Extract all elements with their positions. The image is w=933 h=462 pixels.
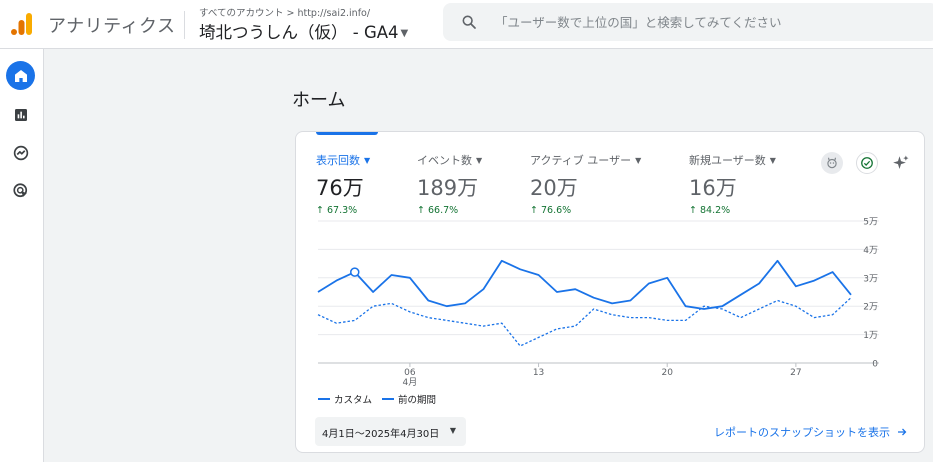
top-bar: アナリティクス すべてのアカウント > http://sai2.info/ 埼北… <box>0 0 933 49</box>
line-chart: 0 1万 2万 3万 4万 5万 06 13 20 27 4月 <box>317 218 879 386</box>
property-selector[interactable]: 埼北つうしん（仮） - GA4 ▼ <box>199 19 408 43</box>
metric-label: 表示回数 ▼ <box>316 154 371 167</box>
chevron-down-icon: ▼ <box>476 156 483 165</box>
chevron-down-icon: ▼ <box>364 156 371 165</box>
reports-icon <box>14 108 27 121</box>
breadcrumb[interactable]: すべてのアカウント > http://sai2.info/ <box>199 5 370 19</box>
snapshot-label: レポートのスナップショットを表示 <box>714 426 890 439</box>
y-tick-label: 3万 <box>863 274 878 284</box>
nav-reports[interactable] <box>6 100 35 129</box>
legend-solid-swatch <box>318 398 330 400</box>
sparkle-icon <box>893 155 909 169</box>
search-input[interactable] <box>495 12 915 32</box>
x-tick-label: 27 <box>790 368 801 378</box>
chevron-down-icon: ▼ <box>635 156 642 165</box>
y-tick-label: 5万 <box>863 218 878 228</box>
data-quality-button[interactable] <box>856 152 878 174</box>
x-tick-label: 20 <box>661 368 673 378</box>
page-title: ホーム <box>292 90 346 111</box>
metric-label: イベント数 ▼ <box>417 154 483 167</box>
arrow-right-icon <box>898 428 907 436</box>
x-tick-label: 13 <box>533 368 544 378</box>
metric-label: 新規ユーザー数 ▼ <box>689 154 776 167</box>
home-icon <box>14 69 27 82</box>
series-line-previous <box>317 297 852 347</box>
y-tick-label: 0 <box>872 360 878 370</box>
series-line-current <box>317 259 852 310</box>
legend-current: カスタム <box>334 395 373 406</box>
property-name: 埼北つうしん（仮） - GA4 <box>199 23 399 42</box>
date-range-selector[interactable]: 4月1日～2025年4月30日 ▼ <box>315 417 466 446</box>
data-point-marker <box>350 267 360 277</box>
x-tick-label: 06 <box>404 368 416 378</box>
metric-value: 16万 <box>689 176 737 200</box>
chevron-down-icon: ▼ <box>449 426 456 435</box>
legend-previous: 前の期間 <box>398 395 437 406</box>
metric-value: 189万 <box>417 176 479 200</box>
legend-dashed-swatch <box>382 398 395 400</box>
y-tick-label: 2万 <box>863 303 878 313</box>
explore-icon <box>13 145 28 160</box>
analytics-logo-icon[interactable] <box>10 12 34 36</box>
metric-events[interactable]: イベント数 ▼ 189万 ↑ 66.7% <box>417 152 482 216</box>
chevron-down-icon: ▼ <box>769 156 776 165</box>
nav-home[interactable] <box>6 61 35 90</box>
y-tick-label: 1万 <box>863 331 878 341</box>
chart-legend: カスタム 前の期間 <box>318 392 436 406</box>
overview-card: 表示回数 ▼ 76万 ↑ 67.3% イベント数 ▼ 189万 ↑ 66.7% アク… <box>295 131 925 453</box>
metric-active-users[interactable]: アクティブ ユーザー ▼ 20万 ↑ 76.6% <box>530 152 641 216</box>
ai-insights-button[interactable] <box>890 152 912 174</box>
view-snapshot-link[interactable]: レポートのスナップショットを表示 <box>714 424 908 440</box>
check-circle-icon <box>861 157 873 169</box>
y-tick-label: 4万 <box>863 246 878 256</box>
nav-advertising[interactable] <box>6 176 35 205</box>
metric-new-users[interactable]: 新規ユーザー数 ▼ 16万 ↑ 84.2% <box>689 152 776 216</box>
date-range-label: 4月1日～2025年4月30日 <box>322 429 440 440</box>
insights-mascot-button[interactable] <box>821 152 843 174</box>
app-title: アナリティクス <box>48 16 176 37</box>
selected-tab-indicator <box>316 132 378 135</box>
sidebar <box>0 49 44 462</box>
metric-value: 20万 <box>530 176 578 200</box>
advertising-icon <box>12 182 27 197</box>
search-icon <box>462 15 476 29</box>
search-box[interactable] <box>443 3 933 41</box>
x-tick-sublabel: 4月 <box>403 377 418 386</box>
nav-explore[interactable] <box>6 138 35 167</box>
chevron-down-icon: ▼ <box>400 28 409 39</box>
metric-value: 76万 <box>316 176 364 200</box>
header-divider <box>184 11 185 39</box>
metric-label: アクティブ ユーザー ▼ <box>530 154 642 167</box>
metric-views[interactable]: 表示回数 ▼ 76万 ↑ 67.3% <box>316 152 370 216</box>
mascot-icon <box>827 157 837 169</box>
